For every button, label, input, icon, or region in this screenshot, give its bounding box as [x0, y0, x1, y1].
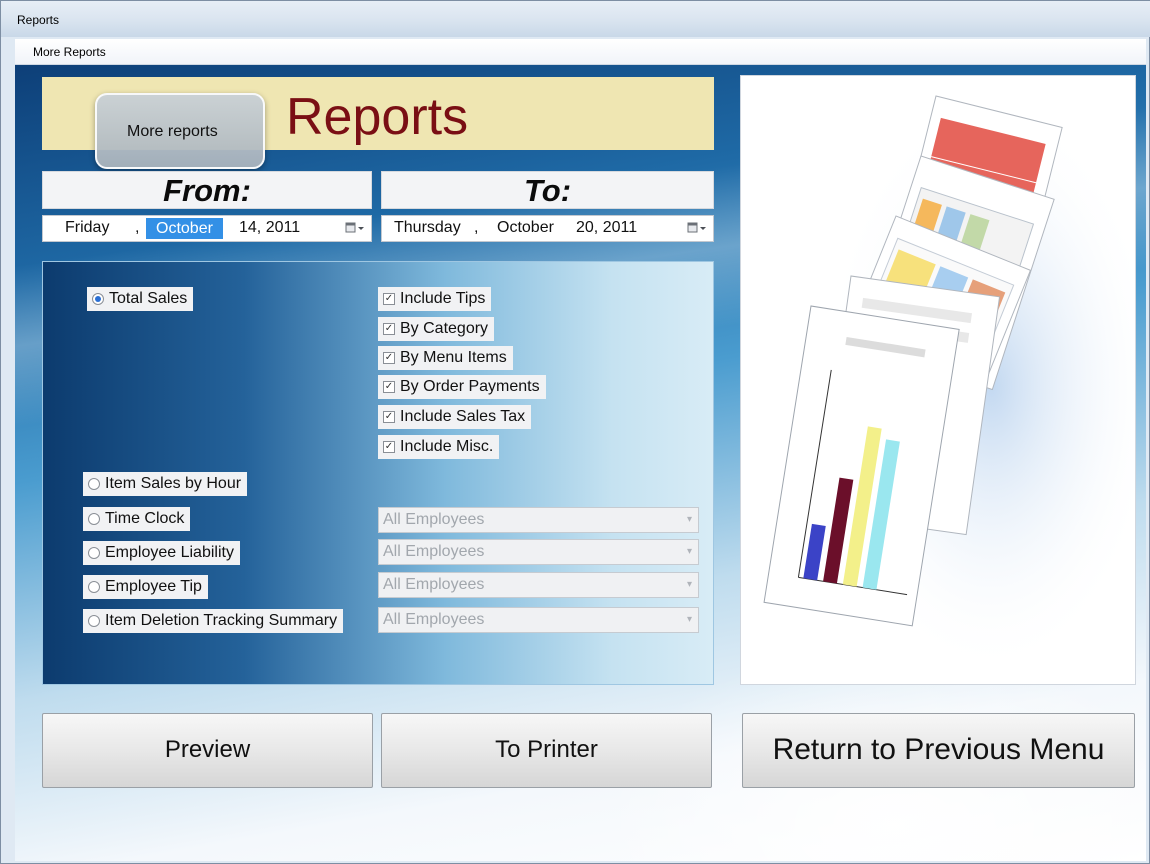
return-to-previous-menu-button[interactable]: Return to Previous Menu	[742, 713, 1135, 788]
from-label: From:	[42, 171, 372, 209]
chevron-down-icon[interactable]: ▾	[687, 508, 692, 532]
radio-button[interactable]	[88, 581, 100, 593]
checkbox-checked[interactable]: ✓	[383, 323, 395, 335]
to-weekday[interactable]: Thursday	[394, 219, 461, 237]
checkbox-include-sales-tax[interactable]: ✓ Include Sales Tax	[378, 405, 532, 429]
to-date-picker[interactable]: Thursday , October 20, 2011	[381, 215, 714, 242]
checkbox-checked[interactable]: ✓	[383, 293, 395, 305]
more-reports-tooltip: More reports	[95, 93, 265, 169]
by-menu-items-label: By Menu Items	[400, 349, 507, 366]
radio-button[interactable]	[88, 615, 100, 627]
to-printer-button[interactable]: To Printer	[381, 713, 712, 788]
include-tips-label: Include Tips	[400, 290, 486, 307]
chevron-down-icon[interactable]: ▾	[687, 540, 692, 564]
calendar-dropdown-icon[interactable]	[345, 221, 365, 236]
radio-time-clock[interactable]: Time Clock	[83, 507, 191, 531]
employee-liability-employee-select[interactable]: All Employees ▾	[378, 539, 699, 565]
item-deletion-employee-select[interactable]: All Employees ▾	[378, 607, 699, 633]
by-order-payments-label: By Order Payments	[400, 378, 540, 395]
radio-item-deletion-tracking-summary[interactable]: Item Deletion Tracking Summary	[83, 609, 344, 633]
radio-total-sales[interactable]: Total Sales	[87, 287, 194, 311]
time-clock-label: Time Clock	[105, 510, 185, 527]
from-day-year[interactable]: 14, 2011	[239, 219, 300, 237]
checkbox-include-misc[interactable]: ✓ Include Misc.	[378, 435, 500, 459]
employee-tip-employee-value: All Employees	[383, 576, 485, 593]
checkbox-by-category[interactable]: ✓ By Category	[378, 317, 495, 341]
time-clock-employee-value: All Employees	[383, 511, 485, 528]
radio-employee-tip[interactable]: Employee Tip	[83, 575, 208, 599]
from-separator: ,	[135, 219, 140, 236]
employee-tip-label: Employee Tip	[105, 578, 202, 595]
to-label: To:	[381, 171, 714, 209]
item-deletion-employee-value: All Employees	[383, 611, 485, 628]
radio-button[interactable]	[88, 547, 100, 559]
radio-button-selected[interactable]	[92, 293, 104, 305]
item-deletion-tracking-summary-label: Item Deletion Tracking Summary	[105, 612, 338, 629]
calendar-dropdown-icon[interactable]	[687, 221, 707, 236]
radio-button[interactable]	[88, 513, 100, 525]
radio-employee-liability[interactable]: Employee Liability	[83, 541, 240, 565]
checkbox-checked[interactable]: ✓	[383, 352, 395, 364]
total-sales-label: Total Sales	[109, 290, 188, 307]
radio-item-sales-by-hour[interactable]: Item Sales by Hour	[83, 472, 248, 496]
reports-illustration	[740, 75, 1136, 685]
employee-liability-label: Employee Liability	[105, 544, 234, 561]
preview-button[interactable]: Preview	[42, 713, 373, 788]
page-title: Reports	[286, 88, 469, 146]
from-month[interactable]: October	[146, 218, 223, 239]
checkbox-by-menu-items[interactable]: ✓ By Menu Items	[378, 346, 513, 370]
report-pages-illustration	[763, 95, 1135, 676]
radio-button[interactable]	[88, 478, 100, 490]
employee-liability-employee-value: All Employees	[383, 543, 485, 560]
chevron-down-icon[interactable]: ▾	[687, 573, 692, 597]
checkbox-include-tips[interactable]: ✓ Include Tips	[378, 287, 492, 311]
chevron-down-icon[interactable]: ▾	[687, 608, 692, 632]
from-date-picker[interactable]: Friday , October 14, 2011	[42, 215, 372, 242]
menu-item-more-reports[interactable]: More Reports	[33, 45, 106, 59]
window-title: Reports	[17, 13, 60, 27]
to-separator: ,	[474, 219, 479, 236]
reports-content: Reports More reports From: To: Friday , …	[15, 65, 1146, 861]
from-weekday[interactable]: Friday	[65, 219, 109, 237]
checkbox-checked[interactable]: ✓	[383, 381, 395, 393]
employee-tip-employee-select[interactable]: All Employees ▾	[378, 572, 699, 598]
include-sales-tax-label: Include Sales Tax	[400, 408, 526, 425]
checkbox-checked[interactable]: ✓	[383, 441, 395, 453]
to-day-year[interactable]: 20, 2011	[576, 219, 637, 237]
checkbox-checked[interactable]: ✓	[383, 411, 395, 423]
tooltip-text: More reports	[127, 123, 218, 140]
item-sales-by-hour-label: Item Sales by Hour	[105, 475, 242, 492]
title-bar: Reports	[1, 1, 1150, 37]
checkbox-by-order-payments[interactable]: ✓ By Order Payments	[378, 375, 546, 399]
reports-window: Reports More Reports Reports More report…	[0, 0, 1150, 864]
time-clock-employee-select[interactable]: All Employees ▾	[378, 507, 699, 533]
report-options-panel: Total Sales ✓ Include Tips ✓ By Category…	[42, 261, 714, 685]
menu-bar: More Reports	[15, 39, 1146, 65]
by-category-label: By Category	[400, 320, 489, 337]
include-misc-label: Include Misc.	[400, 438, 494, 455]
to-month[interactable]: October	[497, 219, 554, 237]
